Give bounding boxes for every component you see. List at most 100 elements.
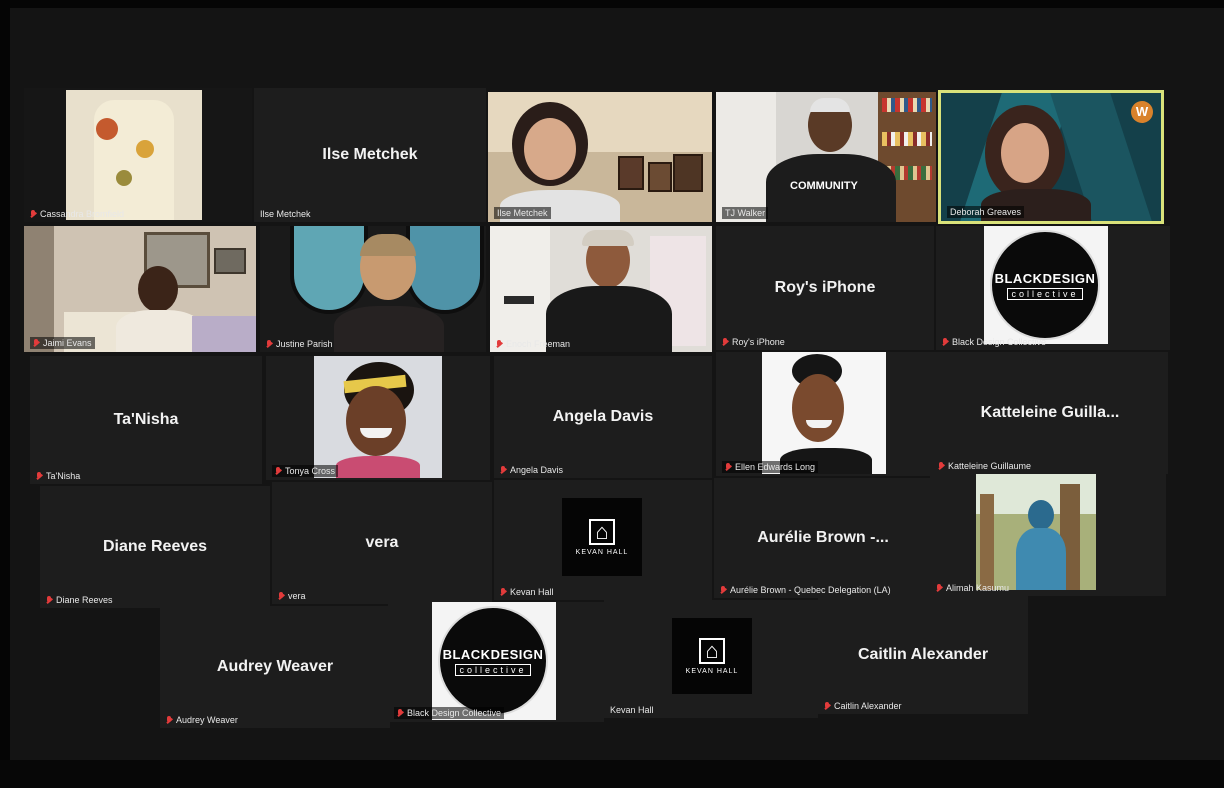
participant-tile-kevan-hall[interactable]: ⌂ KEVAN HALL Kevan Hall: [494, 480, 712, 600]
participant-video: [66, 90, 202, 220]
participant-name-label: Black Design Collective: [394, 707, 505, 719]
participant-name-label: Alimah Kasumu: [936, 583, 1009, 593]
monitor-bezel-bottom: [0, 760, 1224, 788]
webinar-badge-icon: W: [1131, 101, 1153, 123]
participant-tile-katteleine-guillaume[interactable]: Katteleine Guilla... Katteleine Guillaum…: [932, 352, 1168, 474]
participant-video: [260, 226, 486, 352]
microphone-muted-icon: [496, 339, 503, 349]
participant-tile-justine-parish[interactable]: Justine Parish: [260, 226, 486, 352]
participant-name-label: Ellen Edwards Long: [722, 461, 819, 473]
zoom-screen: ✋ Cassandra Bromfield Ilse Metchek Ilse …: [0, 0, 1224, 788]
participant-name-label: Kevan Hall: [610, 705, 654, 715]
participant-name-label: Aurélie Brown - Quebec Delegation (LA): [720, 585, 891, 595]
microphone-muted-icon: [33, 338, 40, 348]
microphone-muted-icon: [938, 461, 945, 471]
black-design-collective-logo: BLACKDESIGN collective: [438, 606, 548, 716]
participant-name-label: Audrey Weaver: [166, 715, 238, 725]
kevan-hall-logo: ⌂ KEVAN HALL: [562, 498, 642, 576]
participant-display-name: Katteleine Guilla...: [980, 404, 1120, 421]
participant-tile-diane-reeves[interactable]: Diane Reeves Diane Reeves: [40, 486, 270, 608]
participant-video: [24, 226, 256, 352]
participant-display-name: Ta'Nisha: [113, 411, 179, 428]
kevan-hall-logo: ⌂ KEVAN HALL: [672, 618, 752, 694]
participant-tile-ilse-video[interactable]: Ilse Metchek: [488, 92, 712, 222]
participant-tile-tanisha[interactable]: Ta'Nisha Ta'Nisha: [30, 356, 262, 484]
participant-name-label: Kevan Hall: [500, 587, 554, 597]
participant-name-label: Roy's iPhone: [722, 337, 785, 347]
participant-tile-roys-iphone[interactable]: Roy's iPhone Roy's iPhone: [716, 226, 934, 350]
participant-name-label: Ilse Metchek: [260, 209, 311, 219]
participant-video: COMMUNITY: [716, 92, 936, 222]
microphone-muted-icon: [500, 465, 507, 475]
kh-monogram-icon: ⌂: [589, 518, 615, 545]
participant-tile-cassandra[interactable]: Cassandra Bromfield: [24, 88, 252, 222]
kh-monogram-icon: ⌂: [699, 637, 725, 664]
participant-video: [490, 226, 712, 352]
participant-video: BLACKDESIGN collective: [984, 226, 1108, 344]
participant-video: [314, 356, 442, 478]
participant-name-label: Katteleine Guillaume: [938, 461, 1031, 471]
participant-display-name: Caitlin Alexander: [857, 646, 989, 663]
participant-tile-alimah-kasumu[interactable]: Alimah Kasumu: [930, 474, 1166, 596]
participant-name-label: Diane Reeves: [46, 595, 113, 605]
participant-tile-caitlin-alexander[interactable]: Caitlin Alexander Caitlin Alexander: [818, 596, 1028, 714]
participant-tile-tonya-cross[interactable]: Tonya Cross: [266, 356, 490, 480]
participant-display-name: Audrey Weaver: [216, 658, 334, 675]
microphone-muted-icon: [30, 209, 37, 219]
participant-tile-audrey-weaver[interactable]: Audrey Weaver Audrey Weaver: [160, 606, 390, 728]
microphone-muted-icon: [722, 337, 729, 347]
microphone-muted-icon: [46, 595, 53, 605]
black-design-collective-logo: BLACKDESIGN collective: [990, 230, 1100, 340]
participant-name-label: Justine Parish: [266, 339, 333, 349]
participant-tile-angela-davis[interactable]: Angela Davis Angela Davis: [494, 356, 712, 478]
microphone-muted-icon: [275, 466, 282, 476]
microphone-muted-icon: [278, 591, 285, 601]
participant-tile-black-design-collective[interactable]: BLACKDESIGN collective Black Design Coll…: [936, 226, 1170, 350]
microphone-muted-icon: [725, 462, 732, 472]
participant-tile-ellen-edwards-long[interactable]: Ellen Edwards Long: [716, 352, 932, 476]
participant-tile-enoch-freeman[interactable]: Enoch Freeman: [490, 226, 712, 352]
participant-name-label: vera: [278, 591, 306, 601]
participant-video: [976, 474, 1096, 590]
shirt-text: COMMUNITY: [790, 180, 858, 192]
microphone-muted-icon: [397, 708, 404, 718]
microphone-muted-icon: [824, 701, 831, 711]
participant-tile-deborah-greaves[interactable]: W Deborah Greaves: [938, 90, 1164, 224]
participant-name-label: Jaimi Evans: [30, 337, 95, 349]
participant-tile-black-design-collective-2[interactable]: BLACKDESIGN collective Black Design Coll…: [388, 602, 604, 722]
microphone-muted-icon: [166, 715, 173, 725]
participant-video: [941, 93, 1161, 221]
participant-tile-ilse-metchek[interactable]: Ilse Metchek Ilse Metchek: [254, 88, 486, 222]
participant-display-name: Diane Reeves: [102, 538, 208, 555]
participant-display-name: vera: [365, 534, 399, 551]
participant-display-name: Aurélie Brown -...: [757, 529, 889, 546]
gallery-view: ✋ Cassandra Bromfield Ilse Metchek Ilse …: [0, 0, 1224, 788]
participant-display-name: Angela Davis: [552, 408, 654, 425]
participant-name-label: TJ Walker: [722, 207, 769, 219]
microphone-muted-icon: [936, 583, 943, 593]
microphone-muted-icon: [36, 471, 43, 481]
participant-name-label: Deborah Greaves: [947, 206, 1025, 218]
participant-name-label: Caitlin Alexander: [824, 701, 902, 711]
participant-name-label: Ta'Nisha: [36, 471, 80, 481]
participant-tile-vera[interactable]: vera vera: [272, 482, 492, 604]
participant-name-label: Tonya Cross: [272, 465, 339, 477]
participant-tile-tj-walker[interactable]: COMMUNITY TJ Walker: [716, 92, 936, 222]
participant-video: [762, 352, 886, 474]
participant-video: [488, 92, 712, 222]
participant-name-label: Cassandra Bromfield: [30, 209, 124, 219]
microphone-muted-icon: [266, 339, 273, 349]
microphone-muted-icon: [720, 585, 727, 595]
participant-video: BLACKDESIGN collective: [432, 602, 556, 720]
participant-name-label: Ilse Metchek: [494, 207, 551, 219]
participant-tile-kevan-hall-2[interactable]: ⌂ KEVAN HALL Kevan Hall: [604, 600, 818, 718]
microphone-muted-icon: [942, 337, 949, 347]
participant-name-label: Black Design Collective: [942, 337, 1046, 347]
participant-name-label: Enoch Freeman: [496, 339, 570, 349]
participant-display-name: Roy's iPhone: [774, 279, 876, 296]
participant-tile-jaimi-evans[interactable]: Jaimi Evans: [24, 226, 256, 352]
participant-tile-aurelie-brown[interactable]: Aurélie Brown -... Aurélie Brown - Quebe…: [714, 478, 932, 598]
participant-display-name: Ilse Metchek: [322, 146, 418, 163]
participant-name-label: Angela Davis: [500, 465, 563, 475]
microphone-muted-icon: [500, 587, 507, 597]
